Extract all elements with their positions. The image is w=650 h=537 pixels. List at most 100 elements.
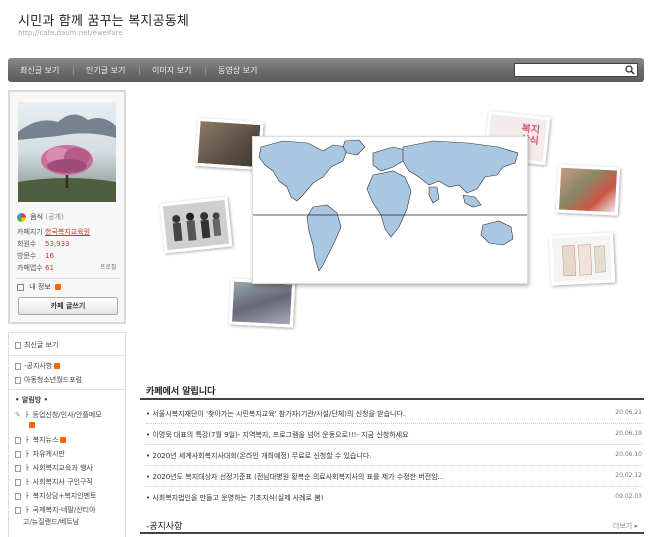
world-map[interactable]: [252, 136, 528, 284]
notice-link[interactable]: • 이명묵 대표의 특강(7월 9일)- 지역복지, 프로그램을 넘어 운동으로…: [146, 430, 409, 440]
sidebar-item-board[interactable]: ㅏ 국제복지-네팔/산티아: [15, 505, 96, 515]
cafe-manager-link[interactable]: 한국복지교육원: [45, 226, 90, 238]
notice-date: 09.02.03: [615, 493, 642, 500]
sidebar-item-label[interactable]: ㅏ 등업신청/인사/안플메모: [24, 411, 102, 419]
cafe-title[interactable]: 시민과 함께 꿈꾸는 복지공동체: [18, 10, 189, 29]
board-icon: [15, 362, 21, 370]
notice-row[interactable]: • 서울시복지재단이 '찾아가는 시민복지교육' 참가자(기관/시설/단체)의 …: [146, 403, 642, 424]
photo-collage[interactable]: 복지 상식: [152, 108, 632, 336]
sidebar-item-forum[interactable]: 아동청소년월드포럼: [15, 375, 82, 385]
sidebar-item-board[interactable]: ㅏ 사회복지교육과 행사: [15, 463, 93, 473]
more-link[interactable]: 더보기 ▸: [613, 521, 638, 531]
nav-images[interactable]: 이미지 보기: [152, 65, 191, 76]
notice-text[interactable]: 사회복지법인을 만들고 운영하는 기초지식(실제 사례로 봄): [152, 494, 323, 502]
owner-row: 음식 (공개): [17, 212, 64, 222]
divider: [16, 278, 120, 279]
profile-link[interactable]: 프로필: [100, 262, 117, 271]
menu-divider: [9, 389, 125, 390]
owner-name[interactable]: 음식: [30, 213, 43, 221]
notice-text[interactable]: 서울시복지재단이 '찾아가는 시민복지교육' 참가자(기관/시설/단체)의 신청…: [152, 410, 405, 418]
chevron-right-icon: ▸: [634, 522, 638, 530]
cafe-main-photo[interactable]: [18, 102, 116, 202]
new-badge-row: [27, 421, 35, 429]
sidebar-item-notice[interactable]: -공지사항: [15, 361, 61, 371]
notice-link[interactable]: • 2020년도 복지대상자 선정기준표 (전남대병원 황복순 의료사회복지사의…: [146, 472, 444, 482]
collage-photo-people[interactable]: [159, 196, 233, 254]
list-icon: [15, 341, 21, 349]
sidebar-item-label[interactable]: ㅏ 복지상담+복지인멘토: [24, 492, 97, 500]
board-icon: [15, 478, 21, 486]
notice-divider: [140, 398, 644, 400]
menu-divider: [9, 355, 125, 356]
notice-text[interactable]: 2020년 세계사회복지사대회(온라인 개최예정) 무료로 신청할 수 있습니다…: [152, 452, 371, 460]
collage-photo-books[interactable]: [555, 164, 621, 216]
stat-label: 회원수: [17, 240, 37, 248]
app-count: 61: [45, 264, 54, 272]
member-count[interactable]: 53,933: [45, 238, 70, 250]
sidebar-item-label-continued[interactable]: 고/뉴질랜드/베트남: [23, 517, 79, 527]
notice-date: 20.06.19: [615, 430, 642, 437]
sidebar-item-board[interactable]: ㅏ 복지상담+복지인멘토: [15, 491, 97, 501]
notice-section-title: 카페에서 알립니다: [146, 387, 216, 397]
board-icon: [15, 450, 21, 458]
collage-photo-pamphlet[interactable]: [548, 232, 616, 286]
search-icon[interactable]: [625, 65, 635, 75]
sidebar-item-label[interactable]: ㅏ 사회복지교육과 행사: [24, 464, 93, 472]
stat-label: 카페지기: [17, 228, 43, 236]
nav-separator: [73, 66, 74, 75]
top-nav-bar: 최신글 보기 인기글 보기 이미지 보기 동영상 보기: [8, 58, 644, 82]
sidebar-item-label[interactable]: ㅏ 사회복지사 구인구직: [24, 478, 93, 486]
section-title: • 알림방 •: [15, 396, 49, 404]
notice-row[interactable]: • 사회복지법인을 만들고 운영하는 기초지식(실제 사례로 봄) 09.02.…: [146, 487, 642, 508]
nav-recent-posts[interactable]: 최신글 보기: [20, 65, 59, 76]
side-menu: 최신글 보기 -공지사항 아동청소년월드포럼 • 알림방 • ✎ ㅏ 등업신청/인…: [8, 332, 126, 537]
cafe-header: 시민과 함께 꿈꾸는 복지공동체 http://cafe.daum.net/ew…: [0, 0, 650, 55]
nav-separator: [139, 66, 140, 75]
nav-videos[interactable]: 동영상 보기: [218, 65, 257, 76]
collage-photo-aerial[interactable]: [228, 278, 296, 328]
recent-posts-link[interactable]: 최신글 보기: [15, 340, 58, 350]
expand-icon[interactable]: [17, 283, 24, 291]
notice-row[interactable]: • 2020년 세계사회복지사대회(온라인 개최예정) 무료로 신청할 수 있습…: [146, 445, 642, 466]
sidebar-item-board[interactable]: ✎ ㅏ 등업신청/인사/안플메모: [15, 410, 102, 420]
recent-posts-label[interactable]: 최신글 보기: [24, 341, 58, 349]
notice-link[interactable]: • 서울시복지재단이 '찾아가는 시민복지교육' 참가자(기관/시설/단체)의 …: [146, 409, 405, 419]
notice-row[interactable]: • 2020년도 복지대상자 선정기준표 (전남대병원 황복순 의료사회복지사의…: [146, 466, 642, 487]
sidebar-item-board[interactable]: ㅏ 복지뉴스: [15, 435, 67, 445]
notice-link[interactable]: • 사회복지법인을 만들고 운영하는 기초지식(실제 사례로 봄): [146, 493, 324, 503]
notice-row[interactable]: • 이명묵 대표의 특강(7월 9일)- 지역복지, 프로그램을 넘어 운동으로…: [146, 424, 642, 445]
notice-text[interactable]: 이명묵 대표의 특강(7월 9일)- 지역복지, 프로그램을 넘어 운동으로!!…: [152, 431, 408, 439]
sidebar-item-board[interactable]: ㅏ 사회복지사 구인구직: [15, 477, 93, 487]
sidebar-item-board[interactable]: ㅏ 자유게시판: [15, 449, 65, 459]
pencil-icon: ✎: [15, 411, 21, 419]
search-input[interactable]: [514, 63, 638, 77]
my-info-toggle[interactable]: 내 정보: [17, 282, 62, 292]
new-badge-icon: [55, 284, 62, 290]
nav-separator: [205, 66, 206, 75]
more-label[interactable]: 더보기: [613, 522, 632, 530]
nav-popular-posts[interactable]: 인기글 보기: [86, 65, 125, 76]
sidebar-item-label[interactable]: ㅏ 자유게시판: [24, 450, 65, 458]
cafe-profile-box: 음식 (공개) 카페지기 한국복지교육원 회원수 53,933 방문수 16 카…: [8, 90, 126, 324]
sidebar-item-label[interactable]: -공지사항: [24, 362, 52, 370]
notice-link[interactable]: • 2020년 세계사회복지사대회(온라인 개최예정) 무료로 신청할 수 있습…: [146, 451, 372, 461]
notice-date: 20.06.10: [615, 451, 642, 458]
sidebar-item-label[interactable]: 아동청소년월드포럼: [24, 376, 82, 384]
new-badge-icon: [29, 422, 35, 428]
sidebar-item-label[interactable]: ㅏ 국제복지-네팔/산티아: [24, 506, 96, 514]
write-post-button[interactable]: 카페 글쓰기: [18, 297, 118, 315]
cafe-url[interactable]: http://cafe.daum.net/ewelfare: [18, 29, 123, 37]
board-icon: [15, 506, 21, 514]
notice-date: 20.06.21: [615, 409, 642, 416]
new-badge-icon: [54, 363, 61, 369]
board-section-title[interactable]: -공지사항: [146, 519, 182, 532]
sidebar-item-label[interactable]: ㅏ 복지뉴스: [24, 436, 58, 444]
board-icon: [15, 492, 21, 500]
board-icon: [15, 436, 21, 444]
stat-label: 카페앱수: [17, 264, 43, 272]
notice-text[interactable]: 2020년도 복지대상자 선정기준표 (전남대병원 황복순 의료사회복지사의 표…: [152, 473, 444, 481]
new-badge-icon: [60, 437, 67, 443]
stat-row: 카페앱수 61: [17, 262, 90, 274]
board-divider: [140, 532, 644, 534]
my-info-label[interactable]: 내 정보: [29, 283, 51, 291]
